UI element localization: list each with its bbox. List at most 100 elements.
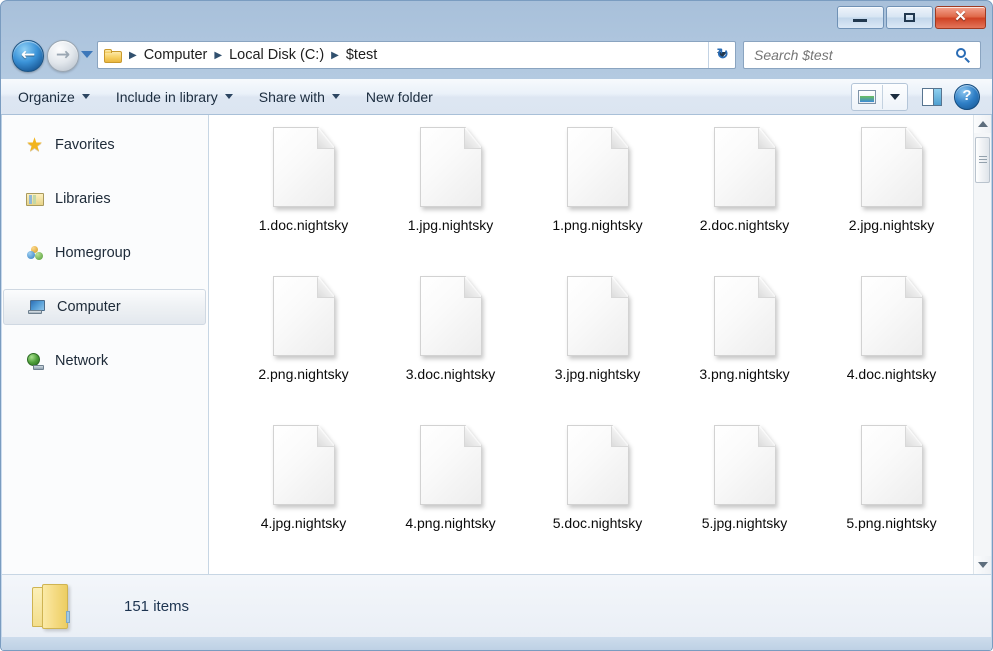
maximize-icon <box>904 13 915 22</box>
sidebar-item-homegroup[interactable]: Homegroup <box>2 235 208 271</box>
file-item[interactable]: 4.doc.nightsky <box>818 276 965 425</box>
homegroup-icon <box>26 245 45 262</box>
file-name-label: 5.doc.nightsky <box>553 515 643 531</box>
file-item[interactable]: 3.png.nightsky <box>671 276 818 425</box>
forward-arrow-icon: → <box>48 41 78 71</box>
file-name-label: 3.png.nightsky <box>699 366 789 382</box>
history-dropdown-icon[interactable] <box>81 51 93 58</box>
window-controls: ✕ <box>837 6 986 29</box>
file-name-label: 4.doc.nightsky <box>847 366 937 382</box>
file-item[interactable]: 2.png.nightsky <box>230 276 377 425</box>
status-bar: 151 items <box>2 574 991 637</box>
file-item[interactable]: 3.jpg.nightsky <box>524 276 671 425</box>
scroll-up-button[interactable] <box>974 115 991 133</box>
breadcrumb-item-local-disk[interactable]: Local Disk (C:) <box>225 45 328 65</box>
blank-file-icon <box>420 425 482 505</box>
blank-file-icon <box>420 127 482 207</box>
sidebar-item-computer[interactable]: Computer <box>3 289 206 325</box>
chevron-down-icon <box>82 94 90 99</box>
blank-file-icon <box>714 425 776 505</box>
network-icon <box>26 353 45 370</box>
file-item[interactable]: 2.jpg.nightsky <box>818 127 965 276</box>
sidebar-item-label: Homegroup <box>55 245 131 261</box>
blank-file-icon <box>420 276 482 356</box>
chevron-down-icon <box>332 94 340 99</box>
view-dropdown-button[interactable] <box>883 85 907 109</box>
maximize-button[interactable] <box>886 6 933 29</box>
file-item[interactable]: 1.jpg.nightsky <box>377 127 524 276</box>
back-button[interactable]: ← <box>12 40 44 72</box>
breadcrumb-separator-icon: ▶ <box>328 50 342 61</box>
minimize-icon <box>853 19 867 22</box>
blank-file-icon <box>273 425 335 505</box>
scrollbar-thumb[interactable] <box>975 137 990 183</box>
toolbar-right-group: ? <box>851 83 980 111</box>
file-item[interactable]: 5.png.nightsky <box>818 425 965 574</box>
title-bar: ✕ <box>1 1 992 31</box>
blank-file-icon <box>861 425 923 505</box>
file-item[interactable]: 1.doc.nightsky <box>230 127 377 276</box>
chevron-up-icon <box>978 121 988 127</box>
toolbar-item-organize[interactable]: Organize <box>9 84 99 110</box>
help-button[interactable]: ? <box>954 84 980 110</box>
file-name-label: 2.doc.nightsky <box>700 217 790 233</box>
toolbar-label: Share with <box>259 89 325 105</box>
preview-pane-icon <box>922 88 942 106</box>
file-name-label: 1.jpg.nightsky <box>408 217 494 233</box>
forward-button[interactable]: → <box>47 40 79 72</box>
blank-file-icon <box>714 127 776 207</box>
sidebar-item-label: Computer <box>57 299 121 315</box>
breadcrumb: ▶ Computer ▶ Local Disk (C:) ▶ $test <box>126 45 381 65</box>
file-name-label: 5.jpg.nightsky <box>702 515 788 531</box>
change-view-button[interactable] <box>851 83 908 111</box>
blank-file-icon <box>567 425 629 505</box>
navigation-bar: ← → ▶ Computer ▶ Local Disk (C:) ▶ $test… <box>1 33 992 77</box>
toolbar-item-share-with[interactable]: Share with <box>250 84 349 110</box>
file-name-label: 2.png.nightsky <box>258 366 348 382</box>
item-count-label: 151 items <box>124 598 189 615</box>
command-toolbar: Organize Include in library Share with N… <box>1 79 992 115</box>
preview-pane-button[interactable] <box>918 85 944 109</box>
refresh-icon[interactable]: ↻ <box>708 42 736 68</box>
chevron-down-icon <box>225 94 233 99</box>
close-button[interactable]: ✕ <box>935 6 986 29</box>
sidebar-item-favorites[interactable]: ★ Favorites <box>2 127 208 163</box>
search-input[interactable] <box>752 46 952 64</box>
vertical-scrollbar[interactable] <box>973 115 991 574</box>
sidebar-item-label: Libraries <box>55 191 111 207</box>
breadcrumb-item-test[interactable]: $test <box>342 45 381 65</box>
file-item[interactable]: 2.doc.nightsky <box>671 127 818 276</box>
file-item[interactable]: 3.doc.nightsky <box>377 276 524 425</box>
back-arrow-icon: ← <box>13 41 43 71</box>
chevron-down-icon <box>978 562 988 568</box>
file-name-label: 3.jpg.nightsky <box>555 366 641 382</box>
sidebar-item-libraries[interactable]: Libraries <box>2 181 208 217</box>
search-icon <box>956 48 971 63</box>
star-icon: ★ <box>26 137 45 154</box>
file-item[interactable]: 5.jpg.nightsky <box>671 425 818 574</box>
toolbar-item-new-folder[interactable]: New folder <box>357 84 442 110</box>
file-item[interactable]: 1.png.nightsky <box>524 127 671 276</box>
libraries-icon <box>26 191 45 208</box>
breadcrumb-item-computer[interactable]: Computer <box>140 45 212 65</box>
explorer-body: ★ Favorites Libraries Homegroup <box>2 115 991 574</box>
file-name-label: 4.png.nightsky <box>405 515 495 531</box>
scroll-down-button[interactable] <box>974 556 991 574</box>
address-bar[interactable]: ▶ Computer ▶ Local Disk (C:) ▶ $test <box>97 41 736 69</box>
file-item[interactable]: 5.doc.nightsky <box>524 425 671 574</box>
file-item[interactable]: 4.jpg.nightsky <box>230 425 377 574</box>
sidebar-item-network[interactable]: Network <box>2 343 208 379</box>
file-name-label: 1.png.nightsky <box>552 217 642 233</box>
sidebar-item-label: Favorites <box>55 137 115 153</box>
minimize-button[interactable] <box>837 6 884 29</box>
blank-file-icon <box>567 127 629 207</box>
file-list-pane: 1.doc.nightsky 1.jpg.nightsky 1.png.nigh… <box>209 115 991 574</box>
toolbar-item-include-in-library[interactable]: Include in library <box>107 84 242 110</box>
blank-file-icon <box>273 127 335 207</box>
chevron-down-icon <box>890 94 900 100</box>
navigation-pane: ★ Favorites Libraries Homegroup <box>2 115 209 574</box>
search-box[interactable] <box>743 41 981 69</box>
window-bottom-strip <box>2 637 991 650</box>
file-item[interactable]: 4.png.nightsky <box>377 425 524 574</box>
breadcrumb-separator-icon: ▶ <box>211 50 225 61</box>
